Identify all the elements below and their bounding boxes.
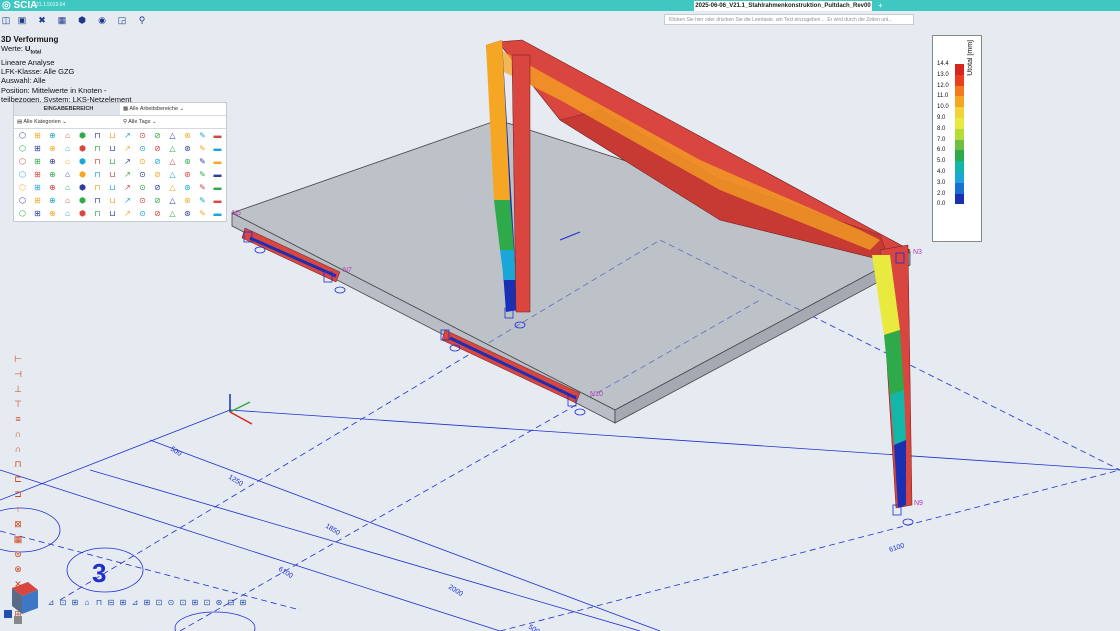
bottom-tool-icon[interactable]: ⊙ [165, 596, 177, 610]
vertical-tool-icon[interactable]: ↑ [11, 502, 25, 517]
vertical-tool-icon[interactable]: ⊥ [11, 382, 25, 397]
node-label: N10 [590, 391, 603, 398]
dim-label: 2000 [447, 584, 464, 598]
node-label: N9 [914, 500, 923, 507]
dim-label: 1250 [227, 474, 244, 488]
bottom-tool-icon[interactable]: ⊞ [141, 596, 153, 610]
bottom-tool-icon[interactable]: ⊛ [213, 596, 225, 610]
vertical-tool-icon[interactable]: ⊓ [11, 457, 25, 472]
bottom-tool-icon[interactable]: ⊡ [57, 596, 69, 610]
bottom-tool-icon[interactable]: ⊟ [225, 596, 237, 610]
bottom-tool-icon[interactable]: ⊿ [129, 596, 141, 610]
vertical-tool-icon[interactable]: ≡ [11, 412, 25, 427]
node-label: N5 [232, 210, 241, 217]
bottom-tool-icon[interactable]: ⌂ [81, 596, 93, 610]
dim-label: 6100 [277, 566, 294, 580]
vertical-tool-icon[interactable]: ▦ [11, 532, 25, 547]
bottom-tool-icon[interactable]: ⊞ [189, 596, 201, 610]
vertical-tool-icon[interactable]: ⊗ [11, 562, 25, 577]
vertical-tool-icon[interactable]: ∩ [11, 427, 25, 442]
node-label: N7 [343, 267, 352, 274]
dim-label: 500 [527, 624, 541, 631]
view-cube[interactable] [2, 580, 42, 626]
vertical-tool-icon[interactable]: ⊤ [11, 397, 25, 412]
bottom-tool-icon[interactable]: ⊞ [237, 596, 249, 610]
grid-label: 3 [92, 558, 106, 588]
vertical-tool-icon[interactable]: ⊣ [11, 367, 25, 382]
bottom-tool-icon[interactable]: ⊡ [153, 596, 165, 610]
bottom-tool-icon[interactable]: ⊞ [69, 596, 81, 610]
vertical-tool-icon[interactable]: ⊠ [11, 517, 25, 532]
vertical-tool-icon[interactable]: ⊐ [11, 487, 25, 502]
bottom-tool-icon[interactable]: ⊟ [105, 596, 117, 610]
viewport-3d[interactable]: 3 500 1250 1850 6100 2000 6100 500 N3 N7… [0, 0, 1120, 631]
vertical-tool-icon[interactable]: ∩ [11, 442, 25, 457]
node-label: N3 [913, 249, 922, 256]
vertical-tool-icon[interactable]: ⊢ [11, 352, 25, 367]
dim-label: 6100 [888, 542, 905, 554]
dim-label: 500 [169, 446, 183, 458]
vertical-tool-icon[interactable]: ⊏ [11, 472, 25, 487]
bottom-tool-icon[interactable]: ⊡ [201, 596, 213, 610]
bottom-tool-icon[interactable]: ⊿ [45, 596, 57, 610]
vertical-tool-icon[interactable]: ⊜ [11, 547, 25, 562]
bottom-tool-icon[interactable]: ⊞ [117, 596, 129, 610]
bottom-tool-icon[interactable]: ⊓ [93, 596, 105, 610]
dim-label: 1850 [324, 523, 341, 537]
bottom-tool-icon[interactable]: ⊡ [177, 596, 189, 610]
